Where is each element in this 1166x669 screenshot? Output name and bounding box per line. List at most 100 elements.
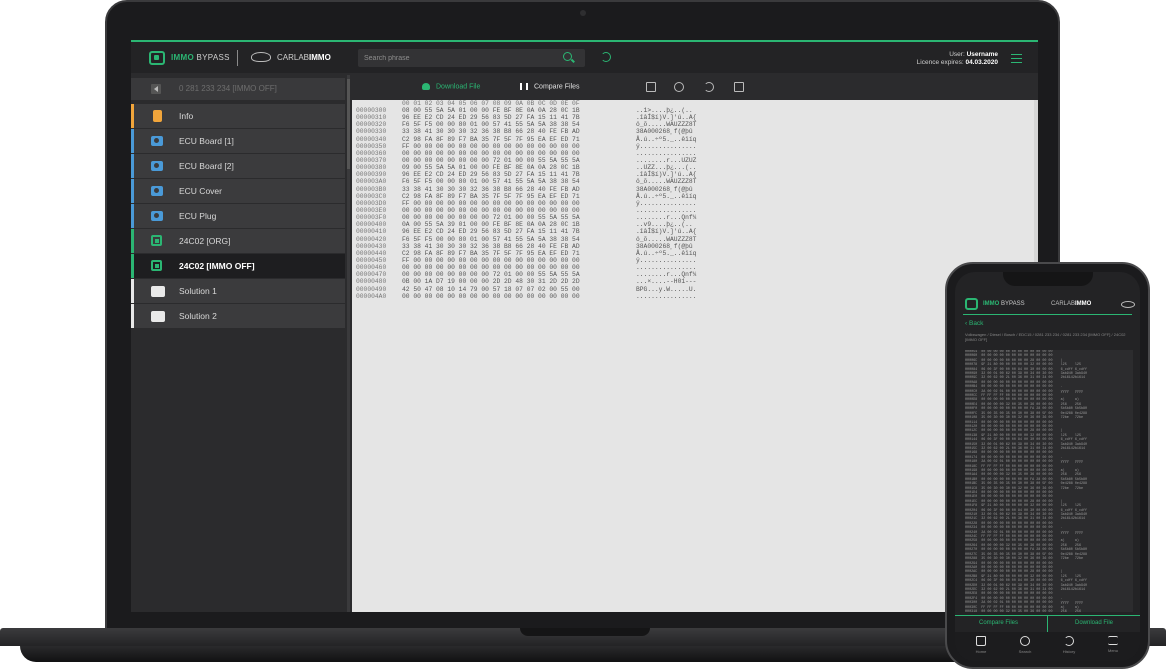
- sidebar-item-ecu-board-2[interactable]: ECU Board [2]: [131, 154, 345, 178]
- hex-row: 000003A0 F6 5F F5 00 00 80 01 00 57 41 55…: [356, 178, 696, 185]
- toolbar: Download File Compare Files: [352, 75, 1038, 100]
- hex-ascii: ...×....--H01---: [636, 278, 697, 286]
- carlab-logo-text: CARLABIMMO: [277, 53, 331, 62]
- hex-ascii: ö_õ.....WAUZZZ8T: [636, 235, 697, 243]
- previous-page-icon[interactable]: [646, 82, 656, 92]
- hex-row: 00000390 96 EE E2 CD 24 ED 29 56 83 5D 27…: [356, 171, 696, 178]
- item-stripe: [131, 304, 134, 328]
- hex-row: 000004A0 00 00 00 00 00 00 00 00 00 00 00…: [356, 293, 696, 300]
- hex-addr: 00000310: [356, 114, 387, 122]
- camera-icon: [151, 211, 163, 221]
- hex-bytes: 96 EE E2 CD 24 ED 29 56 83 5D 27 FA 15 1…: [402, 114, 580, 122]
- hex-bytes: 33 38 41 30 30 30 32 36 38 B8 66 28 40 F…: [402, 128, 580, 136]
- next-page-icon[interactable]: [734, 82, 744, 92]
- hex-bytes: 96 EE E2 CD 24 ED 29 56 83 5D 27 FA 15 1…: [402, 228, 580, 236]
- hex-row: 00000460 00 00 00 00 00 00 00 00 00 00 00…: [356, 264, 696, 271]
- user-info: User: Username Licence expires: 04.03.20…: [917, 51, 998, 67]
- hex-ascii: ................: [636, 264, 697, 272]
- licence-date: 04.03.2020: [965, 59, 998, 66]
- sidebar-item-ecu-plug[interactable]: ECU Plug: [131, 204, 345, 228]
- hex-row: 00000420 F6 5F F5 00 00 80 01 00 57 41 55…: [356, 236, 696, 243]
- hamburger-menu-icon[interactable]: [1011, 54, 1022, 63]
- back-button[interactable]: ‹ Back: [965, 320, 983, 327]
- sidebar-item-solution-1[interactable]: Solution 1: [131, 279, 345, 303]
- download-icon: [422, 83, 430, 90]
- compare-icon: [520, 83, 528, 90]
- undo-icon[interactable]: [704, 82, 714, 92]
- item-stripe: [131, 204, 134, 228]
- sidebar-item-info[interactable]: Info: [131, 104, 345, 128]
- hex-bytes: 00 00 00 00 00 00 00 00 72 01 00 00 55 5…: [402, 156, 580, 164]
- hex-ascii: ........r...Qnf¼: [636, 214, 697, 222]
- phone-brand-prefix: IMMO: [983, 301, 1000, 307]
- back-label: Back: [968, 320, 984, 327]
- sidebar-item-ecu-cover[interactable]: ECU Cover: [131, 179, 345, 203]
- hex-addr: 00000320: [356, 121, 387, 129]
- phone-breadcrumb: Volkswagen / Diesel / Bosch / EDC15 / 02…: [965, 332, 1126, 342]
- history-icon[interactable]: [601, 52, 611, 62]
- nav-history[interactable]: History: [1049, 636, 1089, 654]
- hex-bytes: 00 00 00 00 00 00 00 00 00 00 00 00 00 0…: [402, 149, 580, 157]
- hex-ascii: ........r...UZUZ: [636, 156, 697, 164]
- hex-row: 000003F0 00 00 00 00 00 00 00 00 72 01 00…: [356, 214, 696, 221]
- menu-icon: [1108, 636, 1118, 645]
- hex-addr: 00000440: [356, 249, 387, 257]
- phone-logo-text: IMMO BYPASS: [983, 301, 1025, 307]
- hex-bytes: 0B 00 1A D7 19 00 00 00 2D 2D 48 30 31 2…: [402, 278, 580, 286]
- hex-bytes: 00 00 00 00 00 00 00 00 00 00 00 00 00 0…: [402, 206, 580, 214]
- hex-addr: 000003C0: [356, 192, 387, 200]
- camera-icon: [151, 186, 163, 196]
- hex-row: 00000350 FF 00 00 00 00 00 00 00 00 00 00…: [356, 143, 696, 150]
- compare-files-tab[interactable]: Compare Files: [979, 620, 1018, 626]
- hex-row: 00000330 33 38 41 30 30 30 32 36 38 B8 66…: [356, 128, 696, 135]
- chip-icon: [151, 235, 162, 246]
- sidebar-scrollbar[interactable]: [347, 75, 350, 612]
- phone-hex-row: 000318 00 00 00 00 32 00 35 00 36 00 00 …: [965, 609, 1081, 612]
- hex-addr: 00000400: [356, 221, 387, 229]
- hex-row: 000003E0 00 00 00 00 00 00 00 00 00 00 00…: [356, 207, 696, 214]
- hex-addr: 00000460: [356, 264, 387, 272]
- camera-icon: [151, 136, 163, 146]
- sidebar-item-24c02-immo-off[interactable]: 24C02 [IMMO OFF]: [131, 254, 345, 278]
- search-icon[interactable]: [563, 52, 572, 61]
- back-arrow-icon[interactable]: [151, 84, 161, 94]
- sidebar-item-solution-2[interactable]: Solution 2: [131, 304, 345, 328]
- hex-addr: 00000490: [356, 285, 387, 293]
- hex-ascii: ö_õ.....WAUZZZ8T: [636, 178, 697, 186]
- scrollbar-thumb[interactable]: [347, 79, 350, 169]
- home-icon: [976, 636, 986, 646]
- phone-hex-viewer: 000054 00 00 00 00 00 00 00 00 00 00 00 …: [965, 350, 1133, 612]
- hex-addr: 00000360: [356, 149, 387, 157]
- hex-addr: 00000350: [356, 142, 387, 150]
- download-file-button[interactable]: Download File: [422, 83, 480, 90]
- chip-icon: [151, 260, 162, 271]
- zoom-icon[interactable]: [674, 82, 684, 92]
- document-icon: [153, 110, 162, 122]
- phone-header-divider: [963, 314, 1132, 315]
- nav-home[interactable]: Home: [961, 636, 1001, 654]
- item-stripe: [131, 104, 134, 128]
- user-label: User:: [949, 51, 967, 58]
- sidebar-item-label: Solution 1: [179, 286, 217, 296]
- partner-suffix: IMMO: [309, 53, 331, 62]
- hex-ascii: ÿ...............: [636, 256, 697, 264]
- phone-notch: [1003, 272, 1093, 286]
- hex-row: 000003B0 33 38 41 30 30 30 32 36 38 B8 66…: [356, 186, 696, 193]
- download-file-tab[interactable]: Download File: [1075, 620, 1113, 626]
- hex-addr: 00000450: [356, 256, 387, 264]
- brand-prefix: IMMO: [171, 53, 194, 62]
- username: Username: [966, 51, 998, 58]
- laptop-frame: IMMO BYPASS CARLABIMMO User: Username Li…: [105, 0, 1060, 630]
- sidebar-item-ecu-board-1[interactable]: ECU Board [1]: [131, 129, 345, 153]
- hex-bytes: 33 38 41 30 30 30 32 36 38 B8 66 28 40 F…: [402, 185, 580, 193]
- compare-files-button[interactable]: Compare Files: [520, 83, 580, 90]
- nav-search[interactable]: Search: [1005, 636, 1045, 654]
- search-input[interactable]: [364, 52, 554, 64]
- hex-rows: 00000300 08 00 55 5A 5A 01 00 00 FE BF 8E…: [356, 107, 696, 300]
- hex-bytes: FF 00 00 00 00 00 00 00 00 00 00 00 00 0…: [402, 199, 580, 207]
- nav-menu[interactable]: Menu: [1093, 636, 1133, 653]
- hex-bytes: 00 00 00 00 00 00 00 00 72 01 00 00 55 5…: [402, 214, 580, 222]
- sidebar-item-label: ECU Plug: [179, 211, 217, 221]
- sidebar-item-24c02-org[interactable]: 24C02 [ORG]: [131, 229, 345, 253]
- hex-row: 00000310 96 EE E2 CD 24 ED 29 56 83 5D 27…: [356, 114, 696, 121]
